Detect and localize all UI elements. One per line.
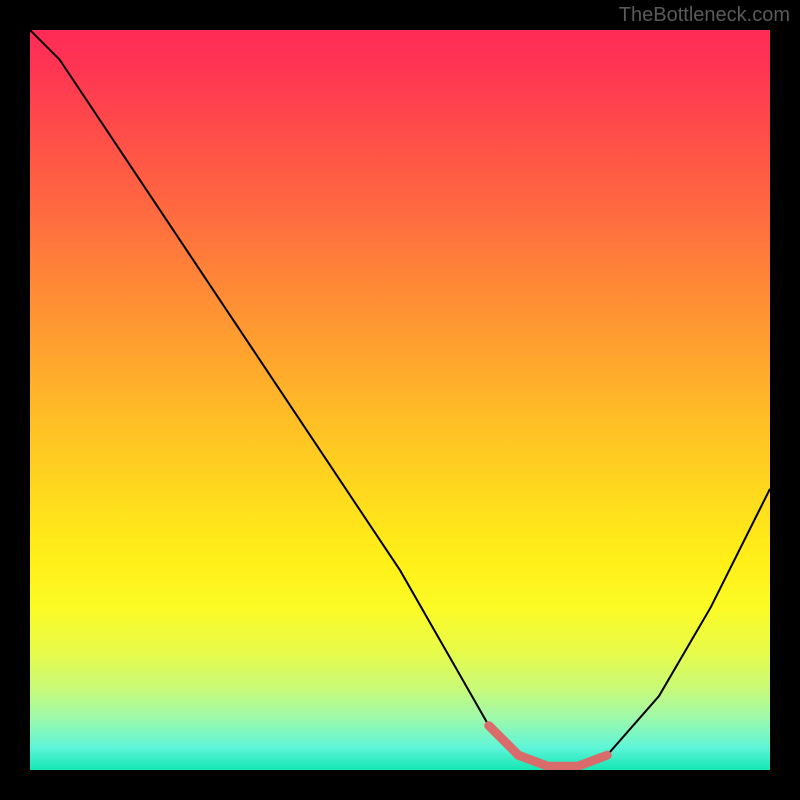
- plot-area: [30, 30, 770, 770]
- bottleneck-curve: [30, 30, 770, 766]
- chart-svg: [30, 30, 770, 770]
- optimal-zone-highlight: [489, 726, 607, 767]
- watermark-text: TheBottleneck.com: [619, 4, 790, 27]
